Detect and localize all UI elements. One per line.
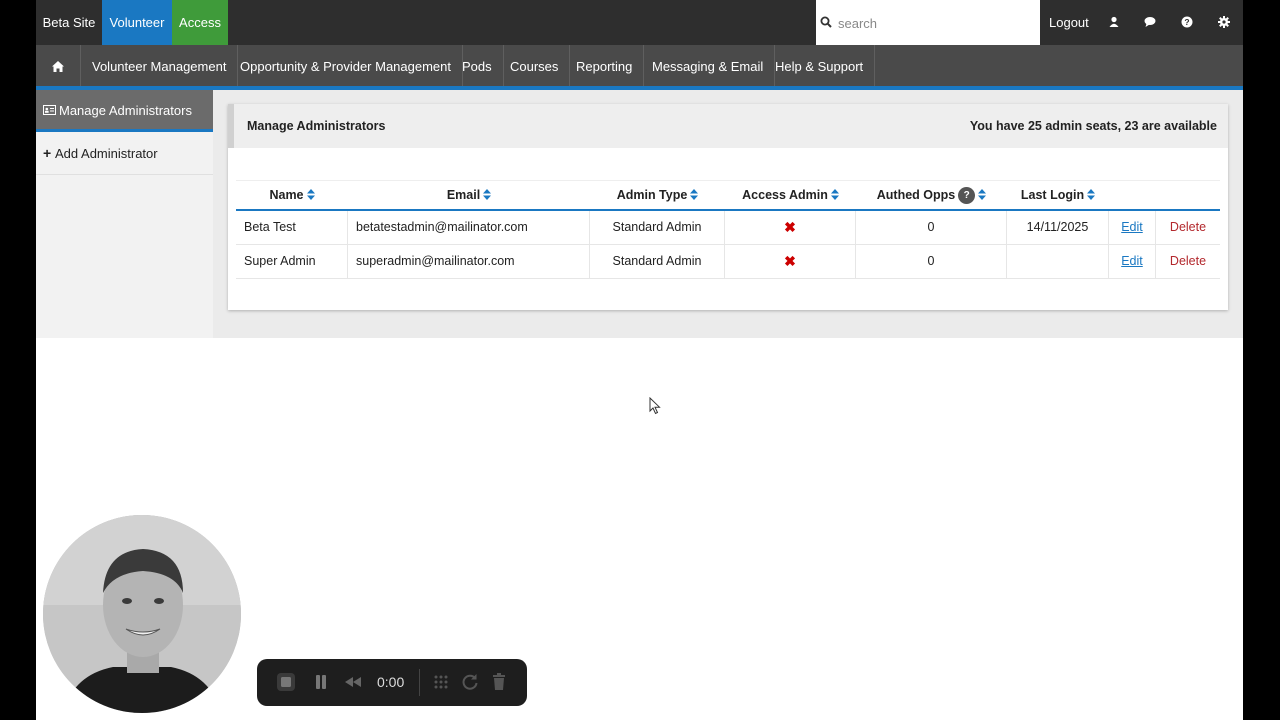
user-icon[interactable]: [1107, 15, 1121, 29]
stop-icon[interactable]: [275, 671, 297, 693]
seat-summary: You have 25 admin seats, 23 are availabl…: [969, 119, 1217, 133]
restart-icon[interactable]: [459, 671, 481, 693]
panel-title: Manage Administrators: [247, 119, 386, 133]
cell-email: superadmin@mailinator.com: [348, 245, 590, 278]
grid-icon[interactable]: [430, 671, 452, 693]
manage-admins-panel: Manage Administrators You have 25 admin …: [228, 104, 1228, 310]
sort-icon: [978, 189, 987, 200]
cell-delete: Delete: [1156, 211, 1220, 244]
nav-reporting[interactable]: Reporting: [565, 45, 645, 86]
cell-admin-type: Standard Admin: [590, 211, 725, 244]
cell-name: Super Admin: [236, 245, 348, 278]
id-card-icon: [43, 105, 56, 115]
nav-volunteer-management[interactable]: Volunteer Management: [81, 45, 239, 86]
presenter-avatar: [43, 515, 241, 713]
cross-icon: ✖: [784, 219, 796, 235]
delete-link[interactable]: Delete: [1170, 220, 1206, 234]
logout-link[interactable]: Logout: [1049, 0, 1089, 45]
nav-courses[interactable]: Courses: [499, 45, 571, 86]
column-header-last-login[interactable]: Last Login: [1007, 181, 1109, 210]
table-row: Beta Test betatestadmin@mailinator.com S…: [236, 211, 1220, 245]
column-header-authed-opps[interactable]: Authed Opps?: [856, 181, 1007, 210]
recording-timer: 0:00: [377, 674, 405, 690]
nav-opportunity-provider-management[interactable]: Opportunity & Provider Management: [229, 45, 463, 86]
nav-home[interactable]: [36, 45, 81, 86]
column-header-admin-type[interactable]: Admin Type: [590, 181, 725, 210]
cell-access-admin: ✖: [725, 211, 856, 244]
tab-access[interactable]: Access: [172, 0, 228, 45]
nav-messaging-email[interactable]: Messaging & Email: [641, 45, 776, 86]
divider: [419, 669, 420, 696]
rewind-icon[interactable]: [342, 671, 364, 693]
panel-header: Manage Administrators You have 25 admin …: [228, 104, 1228, 148]
sidebar: Manage Administrators + Add Administrato…: [36, 90, 213, 338]
cross-icon: ✖: [784, 253, 796, 269]
cell-authed-opps: 0: [856, 245, 1007, 278]
sort-icon: [483, 189, 492, 200]
cell-admin-type: Standard Admin: [590, 245, 725, 278]
sidebar-item-label: Manage Administrators: [59, 103, 192, 118]
plus-icon: +: [43, 145, 52, 161]
cell-access-admin: ✖: [725, 245, 856, 278]
column-header-access-admin[interactable]: Access Admin: [725, 181, 856, 210]
sort-icon: [306, 189, 315, 200]
cell-authed-opps: 0: [856, 211, 1007, 244]
sort-icon: [830, 189, 839, 200]
svg-text:?: ?: [1184, 17, 1189, 27]
search-icon: [820, 16, 832, 28]
pause-icon[interactable]: [310, 671, 332, 693]
sort-icon: [690, 189, 699, 200]
cell-last-login: 14/11/2025: [1007, 211, 1109, 244]
nav-pods[interactable]: Pods: [451, 45, 504, 86]
sidebar-item-manage-administrators[interactable]: Manage Administrators: [36, 90, 213, 132]
trash-icon[interactable]: [488, 671, 510, 693]
help-icon[interactable]: ?: [1180, 15, 1194, 29]
cell-email: betatestadmin@mailinator.com: [348, 211, 590, 244]
recording-controls: 0:00: [257, 659, 527, 706]
tab-beta-site[interactable]: Beta Site: [36, 0, 102, 45]
cell-last-login: [1007, 245, 1109, 278]
search-box: [816, 0, 1040, 45]
help-badge-icon[interactable]: ?: [958, 187, 976, 204]
sidebar-item-add-administrator[interactable]: + Add Administrator: [36, 132, 213, 175]
cell-edit: Edit: [1109, 211, 1156, 244]
top-bar: Beta Site Volunteer Access Logout ?: [36, 0, 1243, 45]
mouse-cursor-icon: [649, 397, 661, 415]
sidebar-item-label: Add Administrator: [55, 146, 158, 161]
table-row: Super Admin superadmin@mailinator.com St…: [236, 245, 1220, 279]
nav-help-support[interactable]: Help & Support: [764, 45, 876, 86]
column-header-name[interactable]: Name: [236, 181, 348, 210]
cell-name: Beta Test: [236, 211, 348, 244]
cell-delete: Delete: [1156, 245, 1220, 278]
delete-link[interactable]: Delete: [1170, 254, 1206, 268]
table-header: Name Email Admin Type Access Admin Authe…: [236, 180, 1220, 211]
main-nav: Volunteer Management Opportunity & Provi…: [36, 45, 1243, 90]
edit-link[interactable]: Edit: [1121, 220, 1143, 234]
tab-volunteer[interactable]: Volunteer: [102, 0, 172, 45]
settings-icon[interactable]: [1217, 15, 1231, 29]
home-icon: [52, 61, 64, 72]
edit-link[interactable]: Edit: [1121, 254, 1143, 268]
search-input[interactable]: [838, 13, 1028, 33]
app-window: Beta Site Volunteer Access Logout ?: [36, 0, 1243, 720]
column-header-email[interactable]: Email: [348, 181, 590, 210]
cell-edit: Edit: [1109, 245, 1156, 278]
webcam-overlay: [43, 515, 241, 713]
sort-icon: [1087, 189, 1096, 200]
chat-icon[interactable]: [1143, 15, 1157, 29]
